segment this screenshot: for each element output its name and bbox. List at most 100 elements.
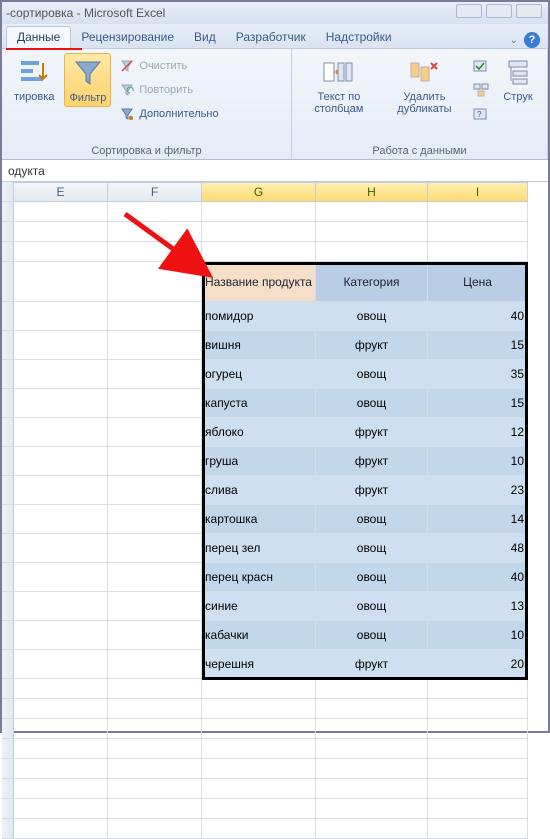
row-header[interactable] bbox=[2, 592, 14, 621]
cell[interactable] bbox=[108, 759, 202, 779]
row-header[interactable] bbox=[2, 534, 14, 563]
cell[interactable] bbox=[14, 759, 108, 779]
cell[interactable] bbox=[108, 679, 202, 699]
sort-button[interactable]: тировка bbox=[10, 53, 58, 105]
cell[interactable] bbox=[14, 699, 108, 719]
cell-category[interactable]: фрукт bbox=[316, 650, 428, 679]
cell[interactable] bbox=[108, 819, 202, 839]
consolidate-button[interactable] bbox=[471, 81, 491, 99]
cell[interactable] bbox=[108, 242, 202, 262]
cell-price[interactable]: 10 bbox=[428, 621, 528, 650]
cell-product-name[interactable]: слива bbox=[202, 476, 316, 505]
cell[interactable] bbox=[202, 699, 316, 719]
row-header[interactable] bbox=[2, 719, 14, 739]
cell-product-name[interactable]: помидор bbox=[202, 302, 316, 331]
cell[interactable] bbox=[428, 739, 528, 759]
cell[interactable] bbox=[316, 222, 428, 242]
row-header[interactable] bbox=[2, 799, 14, 819]
cell-category[interactable]: овощ bbox=[316, 360, 428, 389]
cell-category[interactable]: овощ bbox=[316, 621, 428, 650]
cell[interactable] bbox=[316, 679, 428, 699]
maximize-button[interactable] bbox=[486, 4, 512, 18]
cell[interactable] bbox=[108, 505, 202, 534]
cell-price[interactable]: 23 bbox=[428, 476, 528, 505]
cell-price[interactable]: 40 bbox=[428, 563, 528, 592]
cell[interactable] bbox=[14, 650, 108, 679]
cell[interactable] bbox=[14, 779, 108, 799]
cell[interactable] bbox=[202, 819, 316, 839]
row-header[interactable] bbox=[2, 476, 14, 505]
cell-price[interactable]: 14 bbox=[428, 505, 528, 534]
col-header-E[interactable]: E bbox=[14, 182, 108, 202]
cell[interactable] bbox=[428, 799, 528, 819]
cell-product-name[interactable]: синие bbox=[202, 592, 316, 621]
cell-product-name[interactable]: картошка bbox=[202, 505, 316, 534]
cell[interactable] bbox=[108, 202, 202, 222]
cell[interactable] bbox=[108, 650, 202, 679]
cell[interactable] bbox=[108, 739, 202, 759]
cell[interactable] bbox=[14, 389, 108, 418]
row-header[interactable] bbox=[2, 650, 14, 679]
cell-price[interactable]: 20 bbox=[428, 650, 528, 679]
cell-price[interactable]: 13 bbox=[428, 592, 528, 621]
table-header-category[interactable]: Категория bbox=[316, 262, 428, 302]
reapply-filter-button[interactable]: Повторить bbox=[117, 81, 220, 99]
cell[interactable] bbox=[428, 719, 528, 739]
cell[interactable] bbox=[428, 222, 528, 242]
col-header-H[interactable]: H bbox=[316, 182, 428, 202]
cell[interactable] bbox=[428, 819, 528, 839]
cell[interactable] bbox=[14, 202, 108, 222]
advanced-filter-button[interactable]: Дополнительно bbox=[117, 105, 220, 123]
col-header-I[interactable]: I bbox=[428, 182, 528, 202]
cell[interactable] bbox=[316, 759, 428, 779]
cell-price[interactable]: 15 bbox=[428, 331, 528, 360]
cell[interactable] bbox=[428, 679, 528, 699]
tab-addins[interactable]: Надстройки bbox=[316, 27, 402, 48]
filter-button[interactable]: Фильтр bbox=[64, 53, 111, 107]
row-header[interactable] bbox=[2, 779, 14, 799]
cell[interactable] bbox=[108, 302, 202, 331]
cell-price[interactable]: 15 bbox=[428, 389, 528, 418]
cell[interactable] bbox=[14, 799, 108, 819]
cell[interactable] bbox=[428, 759, 528, 779]
cell[interactable] bbox=[202, 222, 316, 242]
cell[interactable] bbox=[108, 360, 202, 389]
row-header[interactable] bbox=[2, 331, 14, 360]
row-header[interactable] bbox=[2, 505, 14, 534]
cell[interactable] bbox=[14, 505, 108, 534]
cell[interactable] bbox=[316, 242, 428, 262]
remove-duplicates-button[interactable]: Удалить дубликаты bbox=[384, 53, 465, 117]
cell[interactable] bbox=[14, 418, 108, 447]
cell-product-name[interactable]: капуста bbox=[202, 389, 316, 418]
text-to-columns-button[interactable]: Текст по столбцам bbox=[300, 53, 378, 117]
cell[interactable] bbox=[202, 759, 316, 779]
cell[interactable] bbox=[14, 447, 108, 476]
cell[interactable] bbox=[202, 779, 316, 799]
cell-category[interactable]: фрукт bbox=[316, 447, 428, 476]
cell[interactable] bbox=[14, 222, 108, 242]
tab-review[interactable]: Рецензирование bbox=[71, 27, 184, 48]
cell-product-name[interactable]: перец красн bbox=[202, 563, 316, 592]
cell-price[interactable]: 48 bbox=[428, 534, 528, 563]
cell-product-name[interactable]: яблоко bbox=[202, 418, 316, 447]
cell[interactable] bbox=[14, 621, 108, 650]
cell[interactable] bbox=[202, 739, 316, 759]
row-header[interactable] bbox=[2, 699, 14, 719]
cell-product-name[interactable]: перец зел bbox=[202, 534, 316, 563]
cell[interactable] bbox=[316, 739, 428, 759]
cell[interactable] bbox=[108, 699, 202, 719]
cell[interactable] bbox=[428, 779, 528, 799]
cell-category[interactable]: фрукт bbox=[316, 331, 428, 360]
cell[interactable] bbox=[108, 779, 202, 799]
structure-button[interactable]: Струк bbox=[497, 53, 539, 105]
cell[interactable] bbox=[202, 719, 316, 739]
table-header-name[interactable]: Название продукта bbox=[202, 262, 316, 302]
row-header[interactable] bbox=[2, 262, 14, 302]
cell[interactable] bbox=[108, 799, 202, 819]
cell[interactable] bbox=[108, 222, 202, 242]
cell[interactable] bbox=[316, 819, 428, 839]
cell[interactable] bbox=[316, 719, 428, 739]
cell-product-name[interactable]: груша bbox=[202, 447, 316, 476]
cell[interactable] bbox=[316, 779, 428, 799]
cell[interactable] bbox=[316, 202, 428, 222]
